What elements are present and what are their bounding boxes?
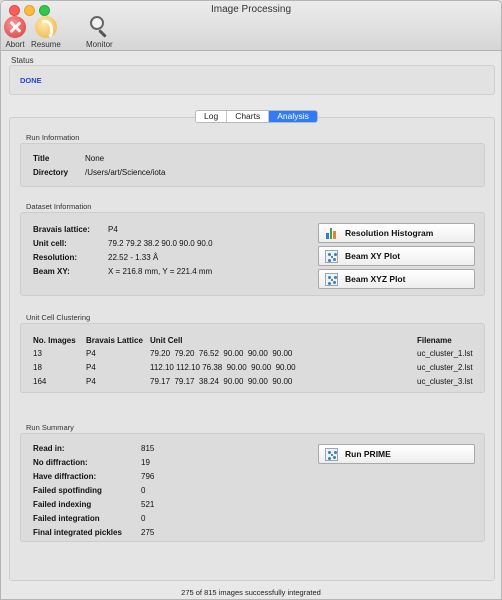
cell-no-images: 164	[33, 377, 47, 386]
tab-analysis[interactable]: Analysis	[269, 111, 317, 122]
summary-label-no-diffraction: No diffraction:	[33, 458, 88, 467]
summary-value-have-diffraction: 796	[141, 472, 155, 481]
status-group-label: Status	[11, 56, 34, 65]
abort-button[interactable]: Abort	[4, 16, 26, 49]
bravais-label: Bravais lattice:	[33, 225, 90, 234]
cell-unit-cell: 79.17 79.17 38.24 90.00 90.00 90.00	[150, 377, 293, 386]
beam-xyz-plot-label: Beam XYZ Plot	[345, 274, 406, 284]
monitor-label: Monitor	[86, 40, 113, 49]
status-value: DONE	[20, 76, 42, 85]
dataset-info-box: Bravais lattice: P4 Unit cell: 79.2 79.2…	[20, 212, 485, 296]
network-graph-icon	[325, 249, 338, 263]
cell-bravais: P4	[86, 363, 96, 372]
run-prime-label: Run PRIME	[345, 449, 391, 459]
title-label: Title	[33, 154, 50, 163]
monitor-button[interactable]: Monitor	[86, 16, 113, 49]
cell-unit-cell: 112.10 112.10 76.38 90.00 90.00 90.00	[150, 363, 296, 372]
resolution-label: Resolution:	[33, 253, 77, 262]
summary-value-failed-integration: 0	[141, 514, 146, 523]
network-graph-icon	[325, 272, 338, 286]
run-info-box: Title None Directory /Users/art/Science/…	[20, 143, 485, 187]
summary-value-read-in: 815	[141, 444, 155, 453]
directory-value: /Users/art/Science/iota	[85, 168, 166, 177]
summary-label-failed-spotfinding: Failed spotfinding	[33, 486, 102, 495]
resume-button[interactable]: Resume	[31, 16, 61, 49]
view-tabs: Log Charts Analysis	[195, 110, 318, 123]
app-window: Image Processing Abort Resume Monitor St…	[0, 0, 502, 600]
status-footer: 275 of 815 images successfully integrate…	[181, 588, 321, 597]
summary-value-final-integrated: 275	[141, 528, 155, 537]
window-title: Image Processing	[210, 4, 292, 15]
tab-log[interactable]: Log	[196, 111, 228, 122]
col-header-no-images: No. Images	[33, 336, 76, 345]
cell-filename: uc_cluster_1.lst	[417, 349, 473, 358]
run-info-label: Run Information	[26, 133, 80, 142]
abort-icon	[4, 16, 26, 38]
col-header-bravais: Bravais Lattice	[86, 336, 143, 345]
beam-xy-plot-label: Beam XY Plot	[345, 251, 401, 261]
unit-cell-value: 79.2 79.2 38.2 90.0 90.0 90.0	[108, 239, 213, 248]
beam-xy-plot-button[interactable]: Beam XY Plot	[318, 246, 475, 266]
unit-cell-label: Unit cell:	[33, 239, 67, 248]
resolution-histogram-button[interactable]: Resolution Histogram	[318, 223, 475, 243]
clustering-box: No. Images Bravais Lattice Unit Cell Fil…	[20, 323, 485, 393]
run-summary-box: Read in: 815 No diffraction: 19 Have dif…	[20, 433, 485, 542]
summary-label-read-in: Read in:	[33, 444, 65, 453]
summary-value-failed-spotfinding: 0	[141, 486, 146, 495]
dataset-info-label: Dataset Information	[26, 202, 92, 211]
resolution-histogram-label: Resolution Histogram	[345, 228, 434, 238]
run-summary-label: Run Summary	[26, 423, 74, 432]
summary-label-failed-indexing: Failed indexing	[33, 500, 92, 509]
cell-filename: uc_cluster_2.lst	[417, 363, 473, 372]
summary-label-have-diffraction: Have diffraction:	[33, 472, 97, 481]
summary-value-failed-indexing: 521	[141, 500, 155, 509]
beam-xy-value: X = 216.8 mm, Y = 221.4 mm	[108, 267, 213, 276]
title-bar: Image Processing Abort Resume Monitor	[1, 1, 501, 51]
cell-bravais: P4	[86, 377, 96, 386]
cell-bravais: P4	[86, 349, 96, 358]
cell-unit-cell: 79.20 79.20 76.52 90.00 90.00 90.00	[150, 349, 293, 358]
run-prime-button[interactable]: Run PRIME	[318, 444, 475, 464]
col-header-unit-cell: Unit Cell	[150, 336, 183, 345]
beam-xy-label: Beam XY:	[33, 267, 70, 276]
clustering-label: Unit Cell Clustering	[26, 313, 91, 322]
network-graph-icon	[325, 447, 338, 461]
resolution-value: 22.52 - 1.33 Å	[108, 253, 159, 262]
tab-charts[interactable]: Charts	[227, 111, 270, 122]
analysis-panel: Run Information Title None Directory /Us…	[9, 117, 495, 581]
beam-xyz-plot-button[interactable]: Beam XYZ Plot	[318, 269, 475, 289]
directory-label: Directory	[33, 168, 69, 177]
cell-filename: uc_cluster_3.lst	[417, 377, 473, 386]
summary-label-final-integrated: Final integrated pickles	[33, 528, 122, 537]
summary-value-no-diffraction: 19	[141, 458, 150, 467]
title-value: None	[85, 154, 105, 163]
cell-no-images: 13	[33, 349, 42, 358]
resume-icon	[34, 16, 57, 40]
cell-no-images: 18	[33, 363, 42, 372]
magnifier-icon	[88, 16, 110, 38]
col-header-filename: Filename	[417, 336, 452, 345]
summary-label-failed-integration: Failed integration	[33, 514, 100, 523]
resume-label: Resume	[31, 40, 61, 49]
abort-label: Abort	[5, 40, 25, 49]
status-box: DONE	[9, 65, 495, 95]
bar-chart-icon	[325, 227, 338, 240]
bravais-value: P4	[108, 225, 118, 234]
